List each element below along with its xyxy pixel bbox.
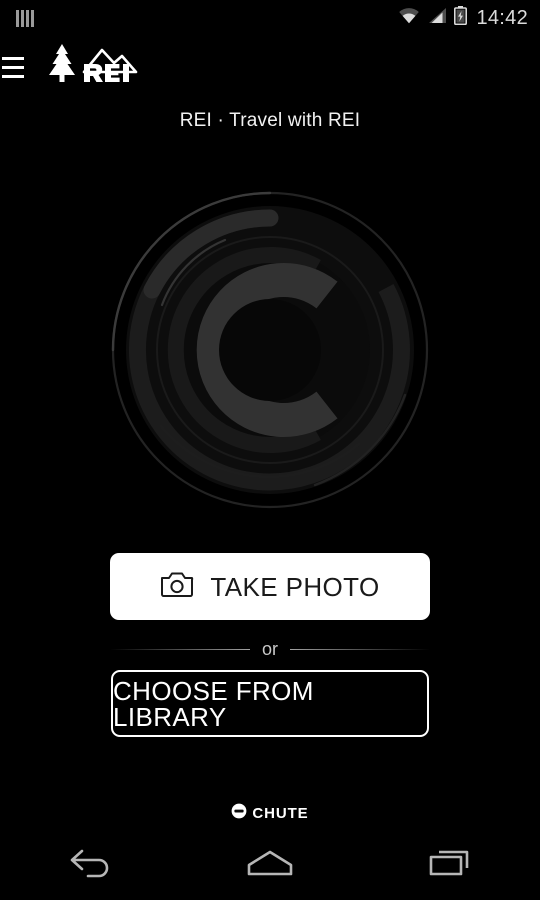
recents-icon [426, 846, 474, 885]
recents-button[interactable] [395, 830, 505, 900]
divider-line-right [290, 648, 431, 650]
status-bar: 14:42 [0, 0, 540, 36]
camera-icon [160, 571, 194, 603]
home-icon [243, 846, 297, 885]
notification-bars-icon [16, 9, 34, 27]
take-photo-label: TAKE PHOTO [210, 571, 380, 602]
choose-from-library-label: CHOOSE FROM LIBRARY [113, 675, 314, 732]
take-photo-button[interactable]: TAKE PHOTO [110, 553, 430, 620]
back-button[interactable] [35, 830, 145, 900]
hamburger-menu-icon[interactable] [0, 36, 34, 98]
app-bar [0, 36, 540, 98]
cellular-signal-icon [427, 7, 447, 29]
divider-or: or [110, 636, 431, 662]
choose-from-library-button[interactable]: CHOOSE FROM LIBRARY [111, 670, 429, 737]
camera-lens-icon [111, 191, 429, 509]
app-screen: 14:42 REI · Travel with REI TAKE PHOTO o… [0, 0, 540, 900]
chute-logo-icon [231, 803, 247, 824]
camera-lens-graphic [0, 180, 540, 520]
divider-line-left [110, 648, 250, 650]
back-icon [66, 846, 114, 885]
divider-label: or [262, 639, 279, 659]
status-bar-right: 14:42 [398, 6, 528, 30]
status-bar-left [16, 9, 34, 27]
chute-brand-label: CHUTE [252, 804, 309, 822]
android-nav-bar [0, 830, 540, 900]
rei-mountain-tree-logo [40, 42, 138, 93]
status-bar-clock: 14:42 [476, 7, 528, 29]
page-subtitle: REI · Travel with REI [179, 110, 361, 131]
chute-branding: CHUTE [0, 800, 540, 826]
wifi-icon [398, 7, 420, 29]
battery-charging-icon [454, 6, 468, 30]
home-button[interactable] [215, 830, 325, 900]
